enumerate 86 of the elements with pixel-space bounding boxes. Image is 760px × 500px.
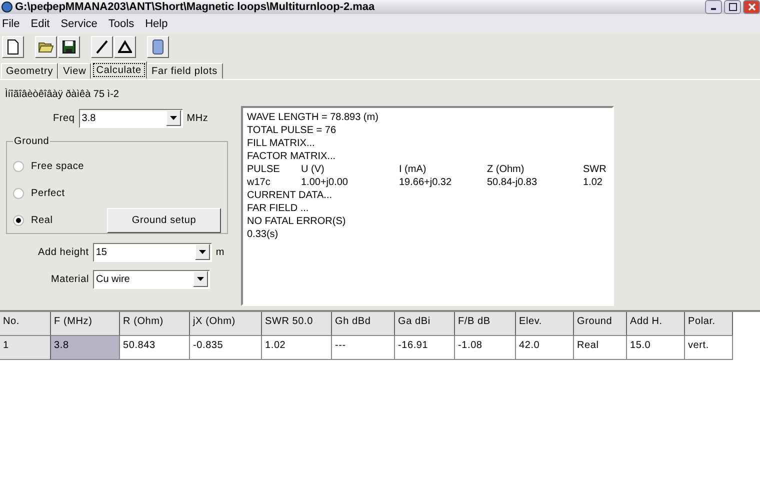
model-comment: Ìíîãîâèòêîâàÿ ðàìêà 75 ì-2 <box>4 87 120 102</box>
triangle-tool-button[interactable] <box>114 36 136 58</box>
column-header[interactable]: No. <box>0 312 51 336</box>
log-cell: 1.00+j0.00 <box>301 176 348 189</box>
tab[interactable]: View <box>58 63 92 79</box>
table-cell[interactable]: -0.835 <box>190 336 262 360</box>
dropdown-arrow-icon <box>198 250 206 254</box>
line-tool-button[interactable] <box>91 36 113 58</box>
height-label: Add height <box>38 246 89 258</box>
blank-page-icon <box>6 39 20 55</box>
log-cell: 1.02 <box>583 176 602 189</box>
table-cell[interactable]: 1.02 <box>262 336 332 360</box>
group-title: Ground <box>13 136 50 147</box>
table-cell[interactable]: 1 <box>0 336 51 360</box>
column-header[interactable]: Ga dBi <box>395 312 455 336</box>
menu-item[interactable]: Tools <box>106 18 140 30</box>
log-line: FACTOR MATRIX... <box>247 150 337 163</box>
menu-item[interactable]: File <box>0 18 26 30</box>
save-button[interactable] <box>58 36 80 58</box>
material-combo[interactable]: Cu wire <box>92 270 210 288</box>
maximize-button[interactable] <box>724 0 741 14</box>
menu-item[interactable]: Help <box>143 18 174 30</box>
document-icon <box>152 39 164 55</box>
window-title: G:\реферMMANA203\ANT\Short\Magnetic loops\Multiturnloop-2.maa <box>15 1 376 13</box>
log-cell: Z (Ohm) <box>487 163 524 176</box>
ground-setup-button[interactable]: Ground setup <box>107 208 221 233</box>
log-line: NO FATAL ERROR(S) <box>247 215 347 228</box>
column-header[interactable]: R (Ohm) <box>120 312 190 336</box>
table-cell[interactable]: -1.08 <box>455 336 516 360</box>
column-header[interactable]: F (MHz) <box>51 312 120 336</box>
globe-icon <box>1 1 13 13</box>
open-folder-button[interactable] <box>35 36 57 58</box>
column-header[interactable]: Elev. <box>516 312 574 336</box>
dropdown-arrow-icon <box>170 116 177 120</box>
table-cell[interactable]: 15.0 <box>627 336 685 360</box>
unit-label: MHz <box>186 112 208 124</box>
log-line: 0.33(s) <box>247 228 280 241</box>
radio-option[interactable]: Free space <box>13 161 84 172</box>
maximize-icon <box>728 3 736 11</box>
log-cell: 19.66+j0.32 <box>399 176 452 189</box>
table-cell[interactable]: 42.0 <box>516 336 574 360</box>
dropdown-arrow-icon <box>196 277 204 281</box>
close-button[interactable] <box>743 0 760 14</box>
log-cell: SWR <box>583 163 606 176</box>
log-line: TOTAL PULSE = 76 <box>247 124 338 137</box>
minimize-button[interactable] <box>705 0 722 14</box>
table-cell[interactable]: Real <box>574 336 627 360</box>
new-file-button[interactable] <box>2 36 24 58</box>
table-cell[interactable]: 50.843 <box>120 336 190 360</box>
column-header[interactable]: SWR 50.0 <box>262 312 332 336</box>
height-combo[interactable]: 15 <box>92 242 212 262</box>
table-cell[interactable]: -16.91 <box>395 336 455 360</box>
material-label: Material <box>51 274 89 284</box>
column-header[interactable]: Ground <box>574 312 627 336</box>
log-cell: I (mA) <box>399 163 426 176</box>
line-icon <box>95 40 109 54</box>
column-header[interactable]: F/B dB <box>455 312 516 336</box>
radio-option[interactable]: Real <box>13 215 53 226</box>
column-header[interactable]: jX (Ohm) <box>190 312 262 336</box>
table-cell[interactable]: 3.8 <box>51 336 120 360</box>
column-header[interactable]: Gh dBd <box>332 312 395 336</box>
tab[interactable]: Geometry <box>1 63 58 79</box>
triangle-icon <box>118 40 132 54</box>
menu-item[interactable]: Service <box>58 18 104 30</box>
log-line: FILL MATRIX... <box>247 137 316 150</box>
close-icon <box>748 3 756 11</box>
log-line: FAR FIELD ... <box>247 202 310 215</box>
log-line: CURRENT DATA... <box>247 189 334 202</box>
log-cell: U (V) <box>301 163 324 176</box>
log-cell: PULSE <box>247 163 280 176</box>
tab[interactable]: Calculate <box>91 61 147 79</box>
log-line: WAVE LENGTH = 78.893 (m) <box>247 111 380 124</box>
unit-label: m <box>216 246 224 258</box>
column-header[interactable]: Polar. <box>685 312 733 336</box>
freq-label: Freq <box>53 112 75 124</box>
radio-option[interactable]: Perfect <box>13 188 65 199</box>
freq-combo[interactable]: 3.8 <box>78 108 183 128</box>
log-cell: 50.84-j0.83 <box>487 176 538 189</box>
table-cell[interactable]: --- <box>332 336 395 360</box>
document-button[interactable] <box>147 36 169 58</box>
log-cell: w17c <box>247 176 270 189</box>
column-header[interactable]: Add H. <box>627 312 685 336</box>
folder-icon <box>38 40 54 54</box>
tab[interactable]: Far field plots <box>146 63 223 79</box>
menu-item[interactable]: Edit <box>28 18 56 30</box>
table-cell[interactable]: vert. <box>685 336 733 360</box>
